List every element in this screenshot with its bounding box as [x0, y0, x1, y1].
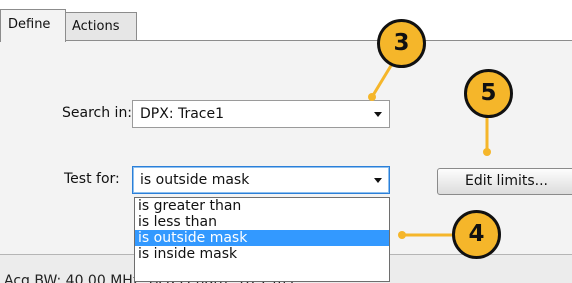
edit-limits-button[interactable]: Edit limits...: [437, 168, 572, 195]
option-is-inside-mask[interactable]: is inside mask: [135, 246, 389, 262]
option-is-less-than[interactable]: is less than: [135, 214, 389, 230]
search-in-value: DPX: Trace1: [140, 106, 225, 122]
test-for-dropdown[interactable]: is outside mask: [132, 166, 390, 194]
test-for-options-list: is greater than is less than is outside …: [134, 197, 390, 282]
callout-3: 3: [377, 19, 426, 68]
test-for-value: is outside mask: [140, 172, 250, 188]
option-is-outside-mask[interactable]: is outside mask: [135, 230, 389, 246]
chevron-down-icon: [374, 178, 382, 183]
tab-strip: Define Actions: [0, 0, 572, 42]
tab-actions[interactable]: Actions: [65, 12, 137, 41]
search-in-label: Search in:: [62, 105, 133, 121]
search-in-dropdown[interactable]: DPX: Trace1: [132, 100, 390, 128]
tab-define[interactable]: Define: [0, 9, 66, 42]
test-for-label: Test for:: [64, 171, 120, 187]
callout-5: 5: [464, 69, 513, 118]
chevron-down-icon: [374, 112, 382, 117]
tab-divider: [137, 40, 572, 41]
callout-4: 4: [452, 210, 501, 259]
option-is-greater-than[interactable]: is greater than: [135, 198, 389, 214]
dialog: Define Actions Search in: DPX: Trace1 Te…: [0, 0, 572, 283]
